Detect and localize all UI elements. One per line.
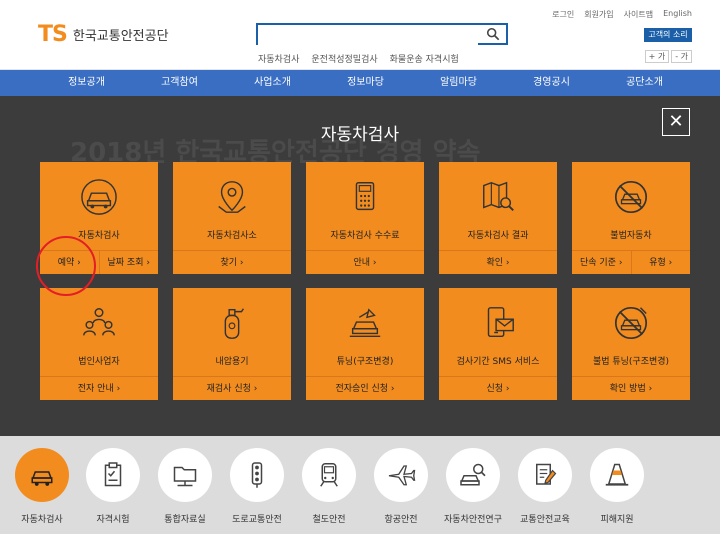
quick-item-rail-safety[interactable]: 철도안전: [299, 448, 359, 525]
tile-title: 자동차검사 결과: [467, 231, 529, 241]
tile-title: 내압용기: [215, 357, 249, 367]
no-tuning-icon: [614, 306, 648, 340]
overlay-title: 자동차검사: [320, 125, 400, 145]
quick-label: 피해지원: [600, 515, 634, 525]
date-lookup-link[interactable]: 날짜 조회 ›: [98, 251, 159, 274]
train-icon: [302, 448, 356, 502]
quick-item-aviation-safety[interactable]: 항공안전: [371, 448, 431, 525]
tile-title: 법인사업자: [78, 357, 120, 367]
main-nav: 정보공개 고객참여 사업소개 정보마당 알림마당 경영공시 공단소개: [0, 70, 720, 96]
calculator-icon: [355, 182, 375, 211]
quick-item-vehicle-safety-research[interactable]: 자동차안전연구: [443, 448, 503, 525]
site-header: TS 한국교통안전공단 자동차검사 운전적성정밀검사 화물운송 자격시험 로그인…: [0, 0, 720, 70]
tile-illegal-tuning[interactable]: 불법 튜닝(구조변경) 확인 방법 ›: [572, 288, 690, 400]
nav-item[interactable]: 사업소개: [226, 70, 319, 96]
info-link[interactable]: 안내 ›: [306, 251, 424, 274]
no-car-icon: [614, 180, 648, 214]
tile-pressure-vessel[interactable]: 내압용기 재검사 신청 ›: [173, 288, 291, 400]
enforcement-criteria-link[interactable]: 단속 기준 ›: [572, 251, 631, 274]
electronic-guide-link[interactable]: 전자 안내 ›: [40, 377, 158, 400]
check-link[interactable]: 확인 ›: [439, 251, 557, 274]
people-icon: [83, 308, 115, 336]
tile-links: 전자 안내 ›: [40, 376, 158, 400]
logo-mark: TS: [38, 22, 68, 47]
tile-illegal-vehicle[interactable]: 불법자동차 단속 기준 › 유형 ›: [572, 162, 690, 274]
tile-title: 불법 튜닝(구조변경): [592, 357, 670, 367]
tile-title: 불법자동차: [610, 231, 652, 241]
quick-item-traffic-safety-education[interactable]: 교통안전교육: [515, 448, 575, 525]
sitemap-link[interactable]: 사이트맵: [624, 9, 653, 20]
tile-inspection-result[interactable]: 자동차검사 결과 확인 ›: [439, 162, 557, 274]
signup-link[interactable]: 회원가입: [584, 9, 613, 20]
tile-inspection-fee[interactable]: 자동차검사 수수료 안내 ›: [306, 162, 424, 274]
car-inspection-icon: [81, 179, 117, 215]
document-edit-icon: [518, 448, 572, 502]
folder-network-icon: [158, 448, 212, 502]
nav-item[interactable]: 정보공개: [40, 70, 133, 96]
quick-item-road-safety[interactable]: 도로교통안전: [227, 448, 287, 525]
tile-links: 확인 ›: [439, 250, 557, 274]
check-method-link[interactable]: 확인 방법 ›: [572, 377, 690, 400]
font-minus-button[interactable]: - 가: [671, 50, 692, 63]
quick-menu-bar: 자동차검사 자격시험 통합자료실 도로교통안전 철도안전 항공안전 자동차안전연…: [0, 436, 720, 534]
site-logo[interactable]: TS 한국교통안전공단: [38, 22, 169, 47]
car-inspection-icon: [15, 448, 69, 502]
map-search-icon: [483, 181, 514, 211]
tile-title: 자동차검사소: [207, 231, 257, 241]
map-pin-icon: [218, 181, 246, 213]
gas-cylinder-icon: [224, 308, 244, 339]
search-box: [256, 23, 508, 46]
nav-item[interactable]: 정보마당: [319, 70, 412, 96]
search-input[interactable]: [258, 27, 478, 46]
login-link[interactable]: 로그인: [552, 9, 574, 20]
tile-links: 단속 기준 › 유형 ›: [572, 250, 690, 274]
clipboard-icon: [86, 448, 140, 502]
customer-voice-button[interactable]: 고객의 소리: [644, 28, 692, 42]
reinspection-apply-link[interactable]: 재검사 신청 ›: [173, 377, 291, 400]
quick-item-data-room[interactable]: 통합자료실: [155, 448, 215, 525]
nav-item[interactable]: 알림마당: [412, 70, 505, 96]
apply-link[interactable]: 신청 ›: [439, 377, 557, 400]
highlight-circle: [36, 236, 96, 296]
e-approval-apply-link[interactable]: 전자승인 신청 ›: [306, 377, 424, 400]
tile-title: 튜닝(구조변경): [336, 357, 394, 367]
tile-links: 재검사 신청 ›: [173, 376, 291, 400]
font-plus-button[interactable]: + 가: [644, 50, 670, 63]
quick-item-qualification-exam[interactable]: 자격시험: [83, 448, 143, 525]
find-link[interactable]: 찾기 ›: [173, 251, 291, 274]
type-link[interactable]: 유형 ›: [630, 251, 691, 274]
tile-title: 검사기간 SMS 서비스: [456, 357, 540, 367]
tile-sms-service[interactable]: 검사기간 SMS 서비스 신청 ›: [439, 288, 557, 400]
keyword-link[interactable]: 자동차검사: [258, 52, 299, 65]
tuning-car-icon: [349, 308, 381, 338]
tile-links: 전자승인 신청 ›: [306, 376, 424, 400]
tile-title: 자동차검사 수수료: [330, 231, 400, 241]
logo-name: 한국교통안전공단: [72, 29, 169, 44]
tile-corporate-business[interactable]: 법인사업자 전자 안내 ›: [40, 288, 158, 400]
close-button[interactable]: ✕: [662, 108, 690, 136]
popular-keywords: 자동차검사 운전적성정밀검사 화물운송 자격시험: [258, 52, 471, 65]
tile-links: 찾기 ›: [173, 250, 291, 274]
nav-item[interactable]: 고객참여: [133, 70, 226, 96]
traffic-cone-icon: [590, 448, 644, 502]
tile-tuning[interactable]: 튜닝(구조변경) 전자승인 신청 ›: [306, 288, 424, 400]
english-link[interactable]: English: [663, 9, 692, 20]
airplane-icon: [374, 448, 428, 502]
nav-item[interactable]: 공단소개: [598, 70, 691, 96]
tile-links: 신청 ›: [439, 376, 557, 400]
search-icon[interactable]: [486, 27, 500, 41]
car-search-icon: [446, 448, 500, 502]
utility-links: 로그인 회원가입 사이트맵 English: [542, 9, 692, 20]
tile-links: 확인 방법 ›: [572, 376, 690, 400]
menu-overlay: 2018년 한국교통안전공단 경영 약속 자동차검사 ✕ 자동차검사 예약 › …: [0, 96, 720, 436]
tile-inspection-station[interactable]: 자동차검사소 찾기 ›: [173, 162, 291, 274]
font-size-controls: + 가 - 가: [643, 50, 692, 63]
keyword-link[interactable]: 운전적성정밀검사: [311, 52, 377, 65]
keyword-link[interactable]: 화물운송 자격시험: [390, 52, 459, 65]
nav-item[interactable]: 경영공시: [505, 70, 598, 96]
traffic-light-icon: [230, 448, 284, 502]
phone-mail-icon: [487, 307, 514, 338]
tile-links: 안내 ›: [306, 250, 424, 274]
quick-item-damage-support[interactable]: 피해지원: [587, 448, 647, 525]
